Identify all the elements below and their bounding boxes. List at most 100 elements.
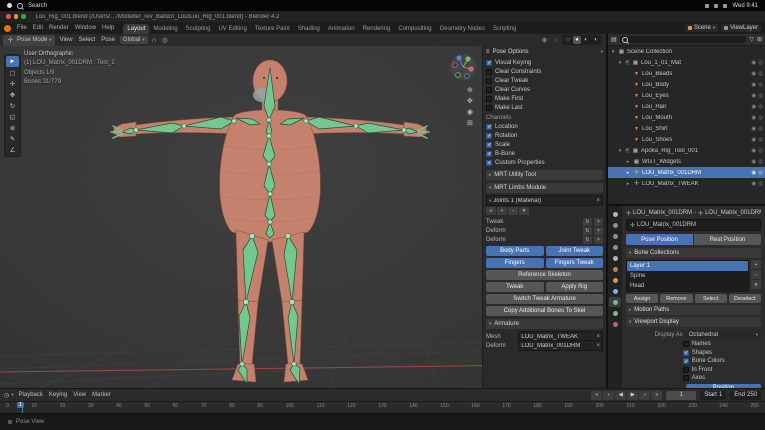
bone-collection-row[interactable]: Head	[627, 281, 748, 291]
bone-collections-section[interactable]: ▾ Bone Collections	[626, 248, 761, 258]
tool-button[interactable]: ∠	[6, 144, 19, 155]
tool-button[interactable]: ✎	[6, 133, 19, 144]
fingers-button[interactable]: Fingers	[486, 258, 544, 268]
clear-icon[interactable]: ×	[594, 235, 603, 244]
properties-tab[interactable]	[609, 319, 621, 329]
refresh-icon[interactable]: ↻	[583, 226, 592, 235]
outliner-item-label[interactable]: Lou_Shoes	[642, 137, 749, 143]
frame-end-field[interactable]: End 250	[730, 390, 761, 400]
expand-arrow-icon[interactable]: ▾	[617, 148, 623, 154]
outliner-row[interactable]: Lou_Mouth	[608, 112, 765, 123]
expand-arrow-icon[interactable]: ▾	[610, 49, 616, 55]
properties-tab[interactable]	[609, 264, 621, 274]
disable-in-render-icon[interactable]	[758, 60, 763, 66]
outliner-item-label[interactable]: Lou_Body	[642, 82, 749, 88]
tool-button[interactable]: ⊕	[6, 122, 19, 133]
menu-item[interactable]: File	[14, 24, 30, 32]
hide-in-viewport-icon[interactable]	[751, 137, 756, 143]
section-armature[interactable]: ▾ Armature	[486, 319, 603, 329]
outliner-item-label[interactable]: Lou_1_01_Mat	[641, 60, 749, 66]
outliner-row[interactable]: ▸ LOU_Matrix_001DRM	[608, 167, 765, 178]
collection-checkbox[interactable]	[625, 147, 630, 153]
outliner-item-label[interactable]: Scene Collection	[627, 49, 749, 55]
hide-in-viewport-icon[interactable]	[751, 159, 756, 165]
properties-tab[interactable]	[609, 231, 621, 241]
menubar-clock[interactable]: Wed 9:41	[732, 3, 758, 9]
outliner-row[interactable]: ▸ LOU_Matrix_TWEAK	[608, 178, 765, 189]
disable-in-render-icon[interactable]	[758, 104, 763, 110]
add-icon[interactable]: +	[497, 207, 507, 215]
clock-icon[interactable]: ◷	[4, 392, 9, 399]
workspace-tab[interactable]: Texture Paint	[251, 24, 294, 34]
disable-in-render-icon[interactable]	[758, 93, 763, 99]
tweak-button[interactable]: Tweak	[486, 282, 544, 292]
outliner-row[interactable]: Lou_Hair	[608, 101, 765, 112]
outliner-item-label[interactable]: LOU_Matrix_001DRM	[642, 170, 749, 176]
remove-icon[interactable]: −	[751, 270, 761, 279]
properties-tab[interactable]	[609, 242, 621, 252]
outliner-item-label[interactable]: LOU_Matrix_TWEAK	[642, 181, 749, 187]
properties-tab[interactable]	[609, 297, 621, 307]
checkbox[interactable]	[486, 123, 492, 130]
hide-in-viewport-icon[interactable]	[751, 170, 756, 176]
menu-icon[interactable]: ▾	[519, 207, 529, 215]
outliner-item-label[interactable]: Apoka_Rig_Tool_001	[641, 148, 749, 154]
disable-in-render-icon[interactable]	[758, 181, 763, 187]
checkbox[interactable]	[486, 159, 492, 166]
joint-tweak-button[interactable]: Joint Tweak	[545, 246, 603, 256]
tool-button[interactable]: ↻	[6, 100, 19, 111]
deform-armature-dropdown[interactable]: LOU_Matrix_001DRM ×	[518, 340, 603, 351]
properties-tab[interactable]	[609, 275, 621, 285]
tool-button[interactable]: ►	[6, 56, 19, 67]
outliner-row[interactable]: Lou_Beads	[608, 68, 765, 79]
disable-in-render-icon[interactable]	[758, 170, 763, 176]
clear-icon[interactable]: ×	[596, 334, 600, 340]
hide-in-viewport-icon[interactable]	[751, 82, 756, 88]
hide-in-viewport-icon[interactable]	[751, 126, 756, 132]
checkbox[interactable]	[486, 150, 492, 157]
timeline-menu-item[interactable]: Marker	[89, 392, 114, 398]
outliner-row[interactable]: ▾ Scene Collection	[608, 46, 765, 57]
properties-tab[interactable]	[609, 220, 621, 230]
clear-icon[interactable]: ×	[596, 198, 600, 204]
clear-icon[interactable]: ×	[594, 217, 603, 226]
apply-rig-button[interactable]: Apply Rig	[545, 282, 603, 292]
copy-additional-bones-button[interactable]: Copy Additional Bones To Skel	[486, 306, 603, 316]
show-overlays-icon[interactable]	[551, 36, 560, 45]
bone-collection-row[interactable]: Layer 1	[627, 261, 748, 271]
solid-shading-icon[interactable]	[573, 36, 581, 44]
checkbox[interactable]	[486, 68, 492, 75]
armature-name-field[interactable]: LOU_Matrix_001DRM	[626, 219, 761, 231]
disable-in-render-icon[interactable]	[758, 159, 763, 165]
collapse-icon[interactable]: ▾	[601, 49, 603, 55]
playback-control[interactable]: ▶	[627, 390, 639, 400]
switch-tweak-armature-button[interactable]: Switch Tweak Armature	[486, 294, 603, 304]
checkbox[interactable]	[486, 77, 492, 84]
workspace-tab[interactable]: Compositing	[394, 24, 435, 34]
menu-item[interactable]: Help	[99, 24, 117, 32]
checkbox[interactable]	[486, 141, 492, 148]
specials-menu-icon[interactable]: ▾	[751, 280, 761, 289]
outliner-item-label[interactable]: Lou_Hair	[642, 104, 749, 110]
checkbox[interactable]	[486, 95, 492, 102]
checkbox[interactable]	[486, 86, 492, 93]
minimize-window-button[interactable]	[13, 14, 18, 19]
viewport-display-section[interactable]: ▾ Viewport Display	[626, 317, 761, 327]
workspace-tab[interactable]: Rendering	[359, 24, 395, 34]
section-utility[interactable]: ▸ MRT Utility Tool	[486, 170, 603, 180]
filter-icon[interactable]: ▽	[749, 36, 754, 43]
editor-type-icon[interactable]: ▤	[611, 36, 617, 43]
viewport-nav-icon[interactable]: ⊕	[467, 86, 473, 94]
disable-in-render-icon[interactable]	[758, 126, 763, 132]
hide-in-viewport-icon[interactable]	[751, 104, 756, 110]
expand-arrow-icon[interactable]: ▸	[625, 181, 631, 187]
clear-icon[interactable]: ×	[596, 343, 600, 349]
joints-dropdown[interactable]: ▾ Joints 1 (Material) ×	[486, 195, 603, 206]
bone-collection-row[interactable]: Spine	[627, 271, 748, 281]
outliner-row[interactable]: Lou_Body	[608, 79, 765, 90]
outliner-item-label[interactable]: Lou_Eyes	[642, 93, 749, 99]
checkbox[interactable]	[486, 132, 492, 139]
playback-control[interactable]: ›	[639, 390, 651, 400]
properties-tab[interactable]	[609, 286, 621, 296]
playback-control[interactable]: ‹	[603, 390, 615, 400]
